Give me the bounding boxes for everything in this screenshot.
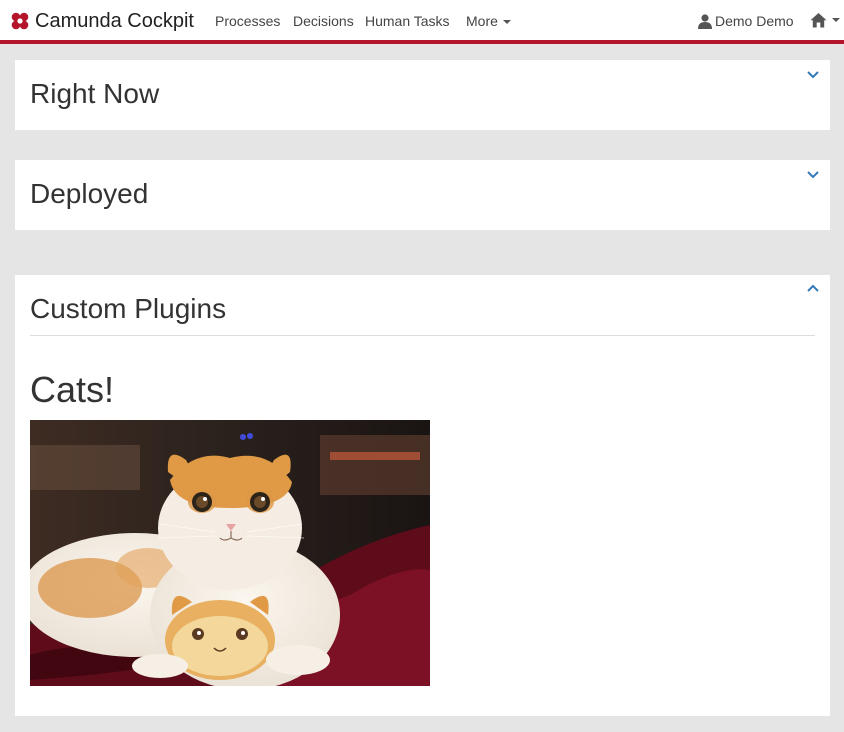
- caret-down-icon: [832, 18, 840, 22]
- camunda-logo-icon: [10, 11, 30, 31]
- panel-right-now: Right Now: [15, 60, 830, 130]
- home-icon: [810, 13, 827, 28]
- caret-down-icon: [502, 20, 511, 25]
- top-navbar: Camunda Cockpit Processes Decisions Huma…: [0, 0, 844, 44]
- chevron-down-icon[interactable]: [806, 70, 820, 80]
- chevron-up-icon[interactable]: [806, 283, 820, 293]
- panel-title-right-now: Right Now: [30, 78, 160, 109]
- panel-deployed: Deployed: [15, 160, 830, 230]
- user-menu[interactable]: Demo Demo: [698, 12, 794, 30]
- panel-custom-plugins: Custom Plugins Cats!: [15, 275, 830, 716]
- brand-title: Camunda Cockpit: [35, 10, 194, 32]
- nav-human-tasks[interactable]: Human Tasks: [365, 13, 450, 30]
- nav-more-dropdown[interactable]: More: [466, 13, 511, 30]
- chevron-down-icon[interactable]: [806, 170, 820, 180]
- nav-decisions[interactable]: Decisions: [293, 13, 354, 30]
- user-icon: [698, 13, 712, 29]
- user-name: Demo Demo: [715, 13, 794, 29]
- brand-link[interactable]: Camunda Cockpit: [10, 8, 194, 34]
- panel-title-custom-plugins: Custom Plugins: [30, 293, 227, 324]
- plugin-heading: Cats!: [30, 369, 115, 410]
- cat-image: [30, 420, 430, 686]
- nav-processes[interactable]: Processes: [215, 13, 280, 30]
- nav-more-label: More: [466, 13, 498, 29]
- panel-title-deployed: Deployed: [30, 178, 149, 209]
- home-menu[interactable]: [810, 12, 840, 28]
- panel-divider: [30, 335, 815, 336]
